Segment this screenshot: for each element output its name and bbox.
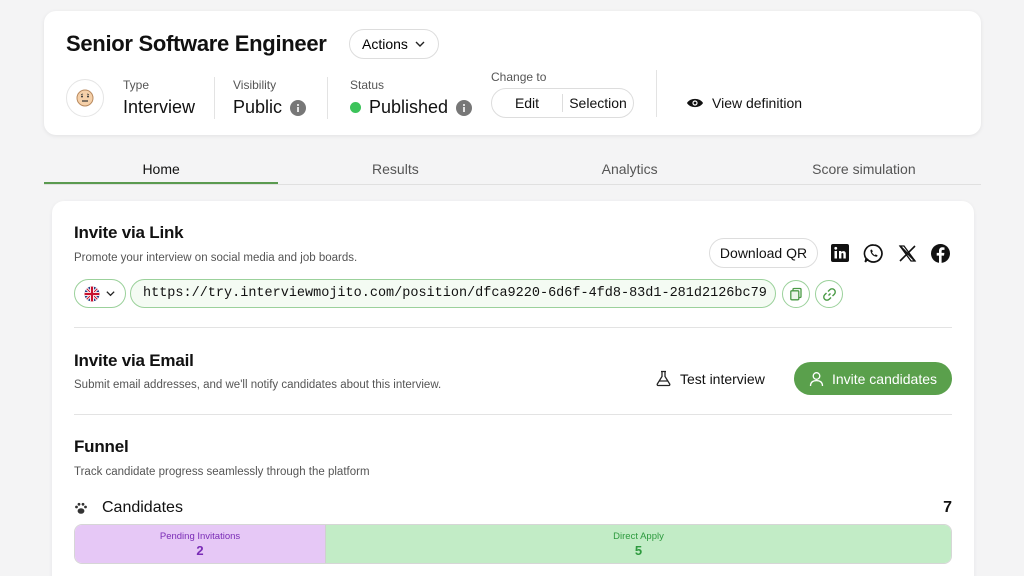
selection-button[interactable]: Selection: [563, 89, 633, 117]
copy-button[interactable]: [782, 280, 810, 308]
change-to-label: Change to: [491, 70, 547, 84]
invite-link-title: Invite via Link: [74, 223, 184, 242]
tab-results[interactable]: Results: [278, 154, 512, 184]
candidates-label: Candidates: [102, 499, 183, 516]
funnel-segment-pending[interactable]: Pending Invitations 2: [75, 525, 326, 563]
view-definition-label: View definition: [712, 95, 803, 111]
linkedin-icon[interactable]: [829, 242, 851, 264]
divider: [656, 70, 657, 117]
paw-icon: [75, 502, 87, 514]
position-header-card: Senior Software Engineer Actions Type In…: [44, 11, 981, 135]
funnel-segment-direct-apply[interactable]: Direct Apply 5: [326, 525, 951, 563]
funnel-subtitle: Track candidate progress seamlessly thro…: [74, 466, 370, 478]
candidates-count: 7: [943, 499, 952, 516]
segment-value: 5: [634, 542, 643, 558]
funnel-bar: Pending Invitations 2 Direct Apply 5: [74, 524, 952, 564]
invite-url-field[interactable]: https://try.interviewmojito.com/position…: [130, 279, 776, 308]
visibility-value: Public: [233, 97, 283, 117]
page-title: Senior Software Engineer: [66, 31, 327, 56]
open-link-button[interactable]: [815, 280, 843, 308]
funnel-title: Funnel: [74, 437, 129, 456]
chevron-down-icon: [415, 41, 425, 47]
invite-email-subtitle: Submit email addresses, and we'll notify…: [74, 379, 442, 391]
avatar: [66, 79, 104, 117]
test-interview-label: Test interview: [680, 370, 765, 387]
language-selector[interactable]: [74, 279, 126, 308]
tab-score-simulation[interactable]: Score simulation: [747, 154, 981, 184]
type-value: Interview: [123, 97, 196, 117]
invite-candidates-button[interactable]: Invite candidates: [794, 362, 952, 395]
segment-label: Pending Invitations: [159, 530, 241, 542]
tab-analytics[interactable]: Analytics: [513, 154, 747, 184]
visibility-field: Visibility Public: [233, 78, 307, 118]
edit-button[interactable]: Edit: [492, 89, 562, 117]
type-label: Type: [123, 78, 150, 92]
divider: [74, 414, 952, 415]
actions-label: Actions: [362, 36, 408, 52]
flask-icon: [656, 370, 671, 387]
info-icon[interactable]: [456, 99, 473, 116]
status-dot-icon: [350, 102, 361, 113]
eye-icon: [687, 98, 703, 108]
divider: [74, 327, 952, 328]
status-value: Published: [369, 97, 449, 117]
segment-value: 2: [196, 542, 204, 558]
divider: [214, 77, 215, 119]
test-interview-button[interactable]: Test interview: [655, 370, 765, 387]
actions-button[interactable]: Actions: [349, 29, 439, 59]
copy-icon: [790, 287, 802, 301]
face-emoji-icon: [76, 89, 94, 107]
visibility-label: Visibility: [233, 78, 277, 92]
view-definition-button[interactable]: View definition: [686, 95, 802, 111]
status-label: Status: [350, 78, 385, 92]
whatsapp-icon[interactable]: [862, 242, 884, 264]
invite-email-title: Invite via Email: [74, 351, 194, 370]
link-icon: [822, 287, 836, 301]
status-field: Status Published: [350, 78, 473, 118]
tab-home[interactable]: Home: [44, 154, 279, 184]
invite-candidates-label: Invite candidates: [831, 370, 938, 387]
home-content-card: Invite via Link Promote your interview o…: [52, 201, 974, 576]
segment-label: Direct Apply: [613, 530, 664, 542]
uk-flag-icon: [84, 286, 100, 301]
divider: [327, 77, 328, 119]
x-icon[interactable]: [896, 242, 918, 264]
user-icon: [809, 371, 824, 386]
change-to-segmented-control: Edit Selection: [491, 88, 634, 118]
type-field: Type Interview: [123, 78, 195, 118]
info-icon[interactable]: [290, 99, 307, 116]
invite-link-subtitle: Promote your interview on social media a…: [74, 252, 358, 264]
candidates-row: Candidates 7: [74, 499, 952, 517]
download-qr-button[interactable]: Download QR: [709, 238, 818, 268]
chevron-down-icon: [106, 291, 115, 297]
tab-bar: Home Results Analytics Score simulation: [44, 154, 981, 185]
facebook-icon[interactable]: [929, 242, 951, 264]
